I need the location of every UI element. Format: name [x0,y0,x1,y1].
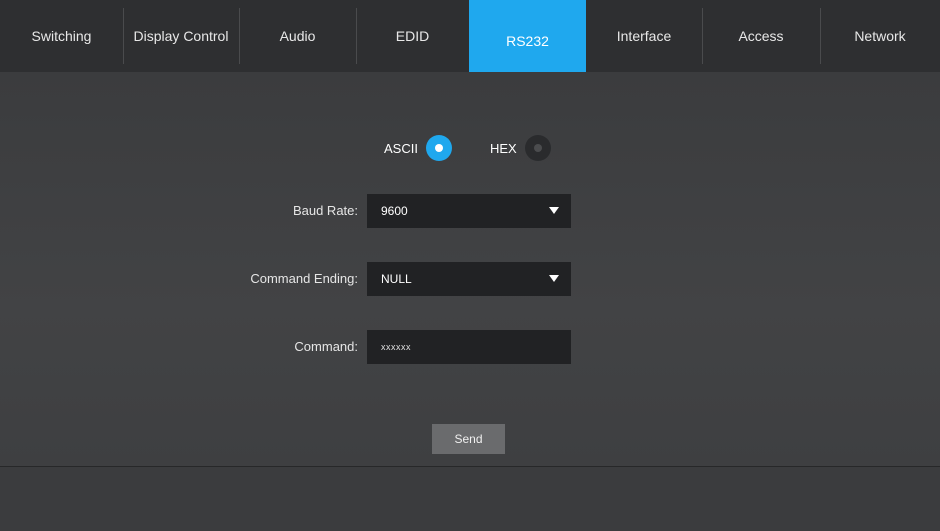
radio-unselected-icon[interactable] [524,135,551,161]
tab-access[interactable]: Access [702,0,820,72]
command-ending-select[interactable]: NULL [367,262,571,296]
baud-rate-label: Baud Rate: [292,203,358,218]
tab-edid[interactable]: EDID [356,0,469,72]
tab-audio[interactable]: Audio [239,0,356,72]
footer-bar [0,466,940,531]
command-row: Command: xxxxxx [0,330,940,364]
rs232-panel: ASCII HEX Baud Rate: 9600 Command Ending… [0,72,940,466]
command-ending-value: NULL [381,272,412,286]
hex-radio[interactable]: HEX [490,135,551,161]
baud-rate-row: Baud Rate: 9600 [0,194,940,228]
ascii-label: ASCII [384,140,418,156]
command-input[interactable]: xxxxxx [367,330,571,364]
command-ending-row: Command Ending: NULL [0,262,940,296]
chevron-down-icon [549,207,559,214]
command-label: Command: [294,339,358,354]
baud-rate-value: 9600 [381,204,408,218]
send-button[interactable]: Send [432,424,505,454]
tab-network[interactable]: Network [820,0,940,72]
chevron-down-icon [549,275,559,282]
top-navigation: Switching Display Control Audio EDID RS2… [0,0,940,72]
tab-display-control[interactable]: Display Control [123,0,239,72]
command-ending-label: Command Ending: [250,271,358,286]
baud-rate-select[interactable]: 9600 [367,194,571,228]
radio-selected-icon[interactable] [425,135,452,161]
command-value: xxxxxx [381,342,411,352]
mode-radio-group: ASCII HEX [0,134,940,162]
tab-switching[interactable]: Switching [0,0,123,72]
tab-interface[interactable]: Interface [586,0,702,72]
ascii-radio[interactable]: ASCII [384,135,452,161]
tab-rs232[interactable]: RS232 [469,0,586,72]
hex-label: HEX [490,140,517,156]
